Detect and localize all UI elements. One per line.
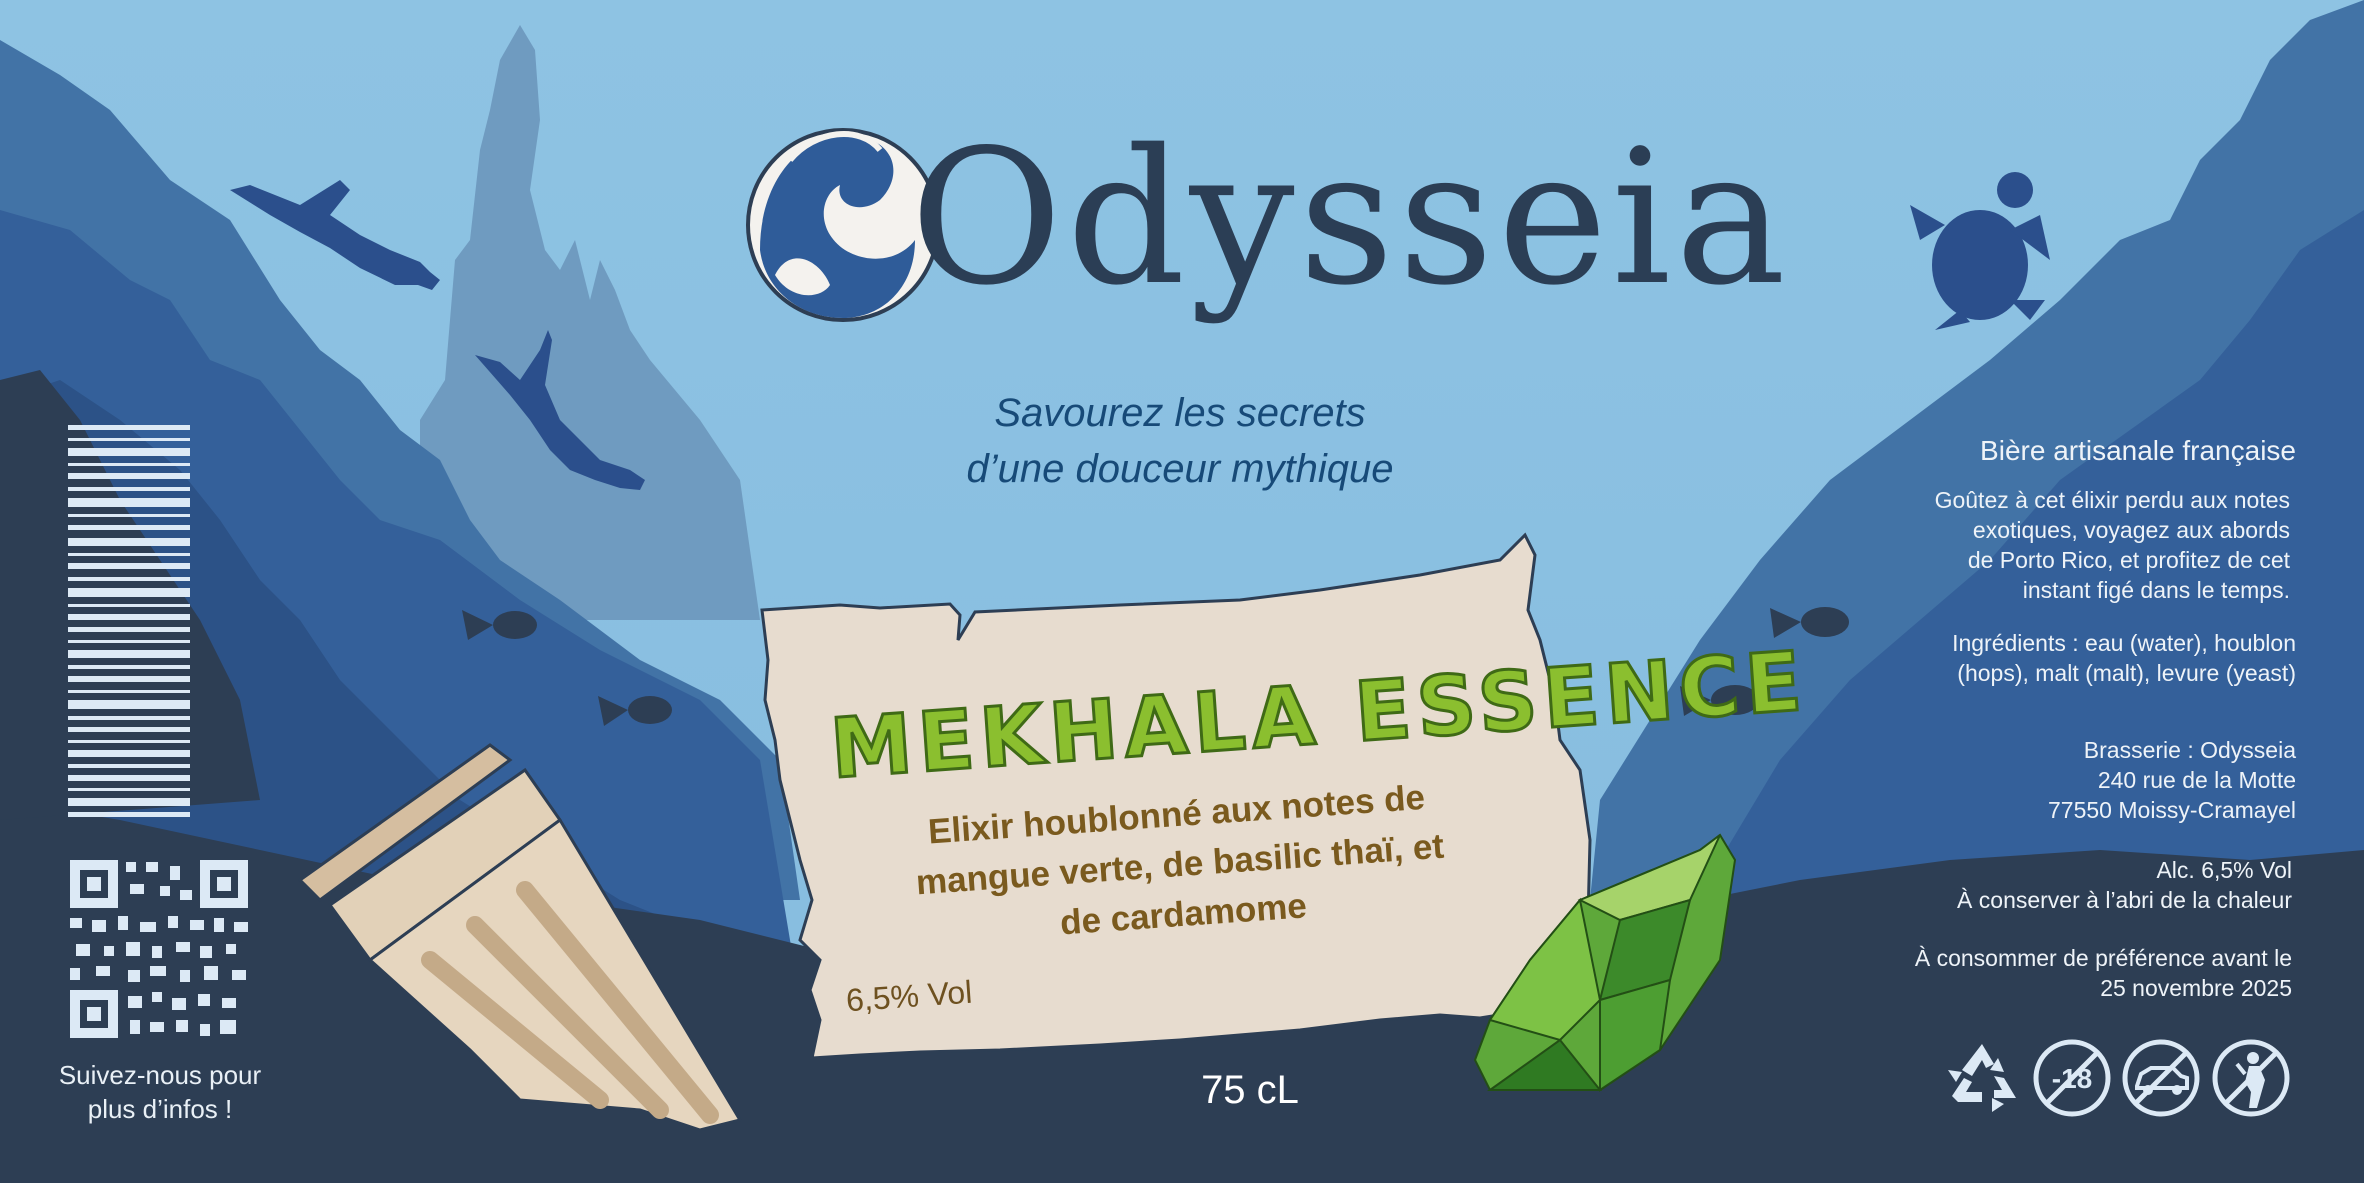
no-minors-icon: -18 [2033, 1039, 2111, 1117]
info-ingredients: Ingrédients : eau (water), houblon (hops… [1952, 628, 2296, 688]
brand-title: Odysseia [910, 109, 1790, 326]
best-before-line: 25 novembre 2025 [2100, 975, 2292, 1001]
info-description-line: de Porto Rico, et profitez de cet [1967, 547, 2290, 573]
brewery-line: 77550 Moissy-Cramayel [2048, 797, 2296, 823]
info-alcohol: Alc. 6,5% Vol À conserver à l’abri de la… [1957, 855, 2292, 915]
brewery-line: 240 rue de la Motte [2097, 767, 2296, 793]
alcohol-line: À conserver à l’abri de la chaleur [1957, 887, 2292, 913]
recycle-icon [1948, 1044, 2016, 1112]
brewery-line: Brasserie : Odysseia [2083, 737, 2296, 763]
info-heading: Bière artisanale française [1980, 435, 2296, 466]
ingredients-line: Ingrédients : eau (water), houblon [1952, 630, 2296, 656]
no-pregnant-icon [2212, 1039, 2290, 1117]
no-driving-icon [2122, 1039, 2200, 1117]
volume-text: 75 cL [1201, 1068, 1299, 1112]
turtle [1910, 172, 2050, 330]
social-line-1: Suivez-nous pour [58, 1060, 262, 1090]
info-description: Goûtez à cet élixir perdu aux notes exot… [1935, 485, 2290, 605]
info-brewery: Brasserie : Odysseia 240 rue de la Motte… [2048, 735, 2296, 825]
tagline-line-2: d’une douceur mythique [966, 447, 1394, 491]
best-before-line: À consommer de préférence avant le [1914, 945, 2292, 971]
alcohol-line: Alc. 6,5% Vol [2156, 857, 2292, 883]
info-description-line: Goûtez à cet élixir perdu aux notes [1934, 487, 2290, 513]
info-best-before: À consommer de préférence avant le 25 no… [1915, 943, 2292, 1003]
social-line-2: plus d’infos ! [87, 1094, 233, 1124]
ingredients-line: (hops), malt (malt), levure (yeast) [1957, 660, 2296, 686]
info-description-line: instant figé dans le temps. [2022, 577, 2290, 603]
social-follow-text: Suivez-nous pour plus d’infos ! [30, 1058, 290, 1126]
tagline-line-1: Savourez les secrets [994, 391, 1366, 435]
info-description-line: exotiques, voyagez aux abords [1972, 517, 2290, 543]
beer-label: Odysseia Savourez les secrets d’une douc… [0, 0, 2364, 1183]
tagline: Savourez les secrets d’une douceur mythi… [850, 385, 1510, 497]
